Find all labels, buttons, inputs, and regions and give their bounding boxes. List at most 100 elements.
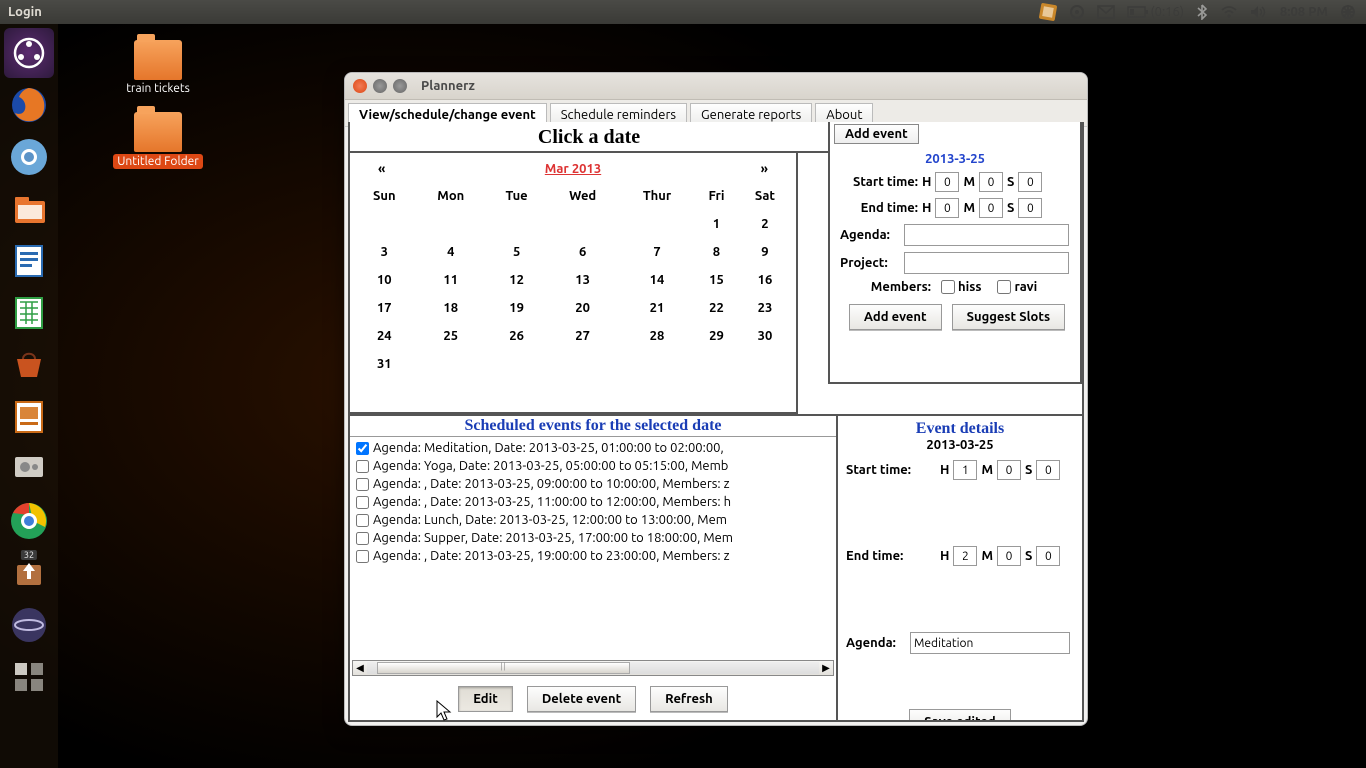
minimize-icon[interactable] xyxy=(373,79,387,93)
cal-day[interactable]: 15 xyxy=(695,266,738,294)
project-input[interactable] xyxy=(904,252,1069,274)
event-checkbox[interactable] xyxy=(356,478,369,491)
list-item[interactable]: Agenda: Lunch, Date: 2013-03-25, 12:00:0… xyxy=(352,511,836,529)
software-center-icon[interactable] xyxy=(4,340,54,390)
end-m-input[interactable] xyxy=(979,198,1003,218)
titlebar[interactable]: Plannerz xyxy=(345,73,1087,100)
calendar-month-label[interactable]: Mar 2013 xyxy=(545,162,601,176)
cal-day[interactable]: 8 xyxy=(695,238,738,266)
cal-day[interactable]: 24 xyxy=(354,322,415,350)
details-start-h-input[interactable] xyxy=(953,460,977,480)
cal-day[interactable]: 19 xyxy=(487,294,546,322)
workspace-switcher-icon[interactable] xyxy=(4,652,54,702)
cal-day[interactable]: 18 xyxy=(415,294,487,322)
add-event-button[interactable]: Add event xyxy=(849,304,942,330)
nautilus-icon[interactable] xyxy=(4,184,54,234)
cal-day[interactable]: 3 xyxy=(354,238,415,266)
chrome-icon[interactable] xyxy=(4,496,54,546)
cal-day[interactable]: 1 xyxy=(695,210,738,238)
cal-day[interactable]: 23 xyxy=(738,294,792,322)
list-item[interactable]: Agenda: Yoga, Date: 2013-03-25, 05:00:00… xyxy=(352,457,836,475)
battery-indicator[interactable]: (0:16) xyxy=(1127,5,1184,19)
list-item[interactable]: Agenda: , Date: 2013-03-25, 09:00:00 to … xyxy=(352,475,836,493)
details-start-s-input[interactable] xyxy=(1036,460,1060,480)
close-icon[interactable] xyxy=(353,79,367,93)
libreoffice-calc-icon[interactable] xyxy=(4,288,54,338)
cal-day[interactable]: 12 xyxy=(487,266,546,294)
list-item[interactable]: Agenda: , Date: 2013-03-25, 11:00:00 to … xyxy=(352,493,836,511)
firefox-icon[interactable] xyxy=(4,80,54,130)
member-hiss-checkbox[interactable]: hiss xyxy=(941,280,982,294)
list-item[interactable]: Agenda: Meditation, Date: 2013-03-25, 01… xyxy=(352,439,836,457)
cal-day[interactable]: 30 xyxy=(738,322,792,350)
calendar-next-button[interactable]: » xyxy=(761,162,768,176)
cal-day[interactable]: 28 xyxy=(619,322,695,350)
cal-day[interactable]: 10 xyxy=(354,266,415,294)
details-end-h-input[interactable] xyxy=(953,546,977,566)
refresh-button[interactable]: Refresh xyxy=(650,686,728,712)
sound-icon[interactable] xyxy=(1250,5,1268,19)
cal-day[interactable]: 21 xyxy=(619,294,695,322)
start-h-input[interactable] xyxy=(935,172,959,192)
scroll-thumb[interactable] xyxy=(377,662,630,674)
details-start-m-input[interactable] xyxy=(997,460,1021,480)
libreoffice-writer-icon[interactable] xyxy=(4,236,54,286)
system-settings-icon[interactable] xyxy=(4,444,54,494)
start-s-input[interactable] xyxy=(1018,172,1042,192)
cal-day[interactable]: 14 xyxy=(619,266,695,294)
cal-day[interactable]: 16 xyxy=(738,266,792,294)
start-m-input[interactable] xyxy=(979,172,1003,192)
cal-day[interactable]: 7 xyxy=(619,238,695,266)
bluetooth-icon[interactable] xyxy=(1196,4,1208,20)
calendar-prev-button[interactable]: « xyxy=(378,162,385,176)
save-edited-button[interactable]: Save edited xyxy=(909,709,1010,722)
wifi-icon[interactable] xyxy=(1220,5,1238,19)
event-checkbox[interactable] xyxy=(356,514,369,527)
eclipse-icon[interactable] xyxy=(4,600,54,650)
details-end-m-input[interactable] xyxy=(997,546,1021,566)
tab-add-event[interactable]: Add event xyxy=(834,124,919,144)
cal-day[interactable]: 6 xyxy=(546,238,619,266)
edit-button[interactable]: Edit xyxy=(458,686,513,712)
scroll-right-icon[interactable]: ▶ xyxy=(819,662,833,674)
session-icon[interactable] xyxy=(1340,4,1356,20)
updates-icon[interactable] xyxy=(1039,3,1057,21)
cal-day[interactable]: 2 xyxy=(738,210,792,238)
cal-day[interactable]: 27 xyxy=(546,322,619,350)
cal-day[interactable]: 25 xyxy=(415,322,487,350)
clock[interactable]: 8:08 PM xyxy=(1280,5,1328,19)
event-checkbox[interactable] xyxy=(356,496,369,509)
cal-day[interactable]: 26 xyxy=(487,322,546,350)
horizontal-scrollbar[interactable]: ◀ ▶ xyxy=(352,660,834,676)
details-end-s-input[interactable] xyxy=(1036,546,1060,566)
event-checkbox[interactable] xyxy=(356,442,369,455)
agenda-input[interactable] xyxy=(904,224,1069,246)
cal-day[interactable]: 5 xyxy=(487,238,546,266)
desktop-folder-train-tickets[interactable]: train tickets xyxy=(98,40,218,95)
details-agenda-input[interactable] xyxy=(910,632,1070,654)
cal-day[interactable]: 20 xyxy=(546,294,619,322)
event-checkbox[interactable] xyxy=(356,460,369,473)
update-manager-icon[interactable]: 32 xyxy=(4,548,54,598)
list-item[interactable]: Agenda: Supper, Date: 2013-03-25, 17:00:… xyxy=(352,529,836,547)
cal-day[interactable]: 4 xyxy=(415,238,487,266)
chromium-icon[interactable] xyxy=(4,132,54,182)
desktop-folder-untitled[interactable]: Untitled Folder xyxy=(98,112,218,169)
delete-event-button[interactable]: Delete event xyxy=(527,686,636,712)
cal-day[interactable]: 22 xyxy=(695,294,738,322)
scroll-track[interactable] xyxy=(367,662,819,674)
cal-day[interactable]: 29 xyxy=(695,322,738,350)
dash-home-icon[interactable] xyxy=(4,28,54,78)
mail-icon[interactable] xyxy=(1097,5,1115,19)
libreoffice-impress-icon[interactable] xyxy=(4,392,54,442)
end-h-input[interactable] xyxy=(935,198,959,218)
cal-day[interactable]: 31 xyxy=(354,350,415,378)
list-item[interactable]: Agenda: , Date: 2013-03-25, 19:00:00 to … xyxy=(352,547,836,565)
event-checkbox[interactable] xyxy=(356,550,369,563)
scroll-left-icon[interactable]: ◀ xyxy=(353,662,367,674)
network-icon[interactable] xyxy=(1069,4,1085,20)
cal-day[interactable]: 11 xyxy=(415,266,487,294)
member-ravi-checkbox[interactable]: ravi xyxy=(997,280,1037,294)
cal-day[interactable]: 17 xyxy=(354,294,415,322)
maximize-icon[interactable] xyxy=(393,79,407,93)
